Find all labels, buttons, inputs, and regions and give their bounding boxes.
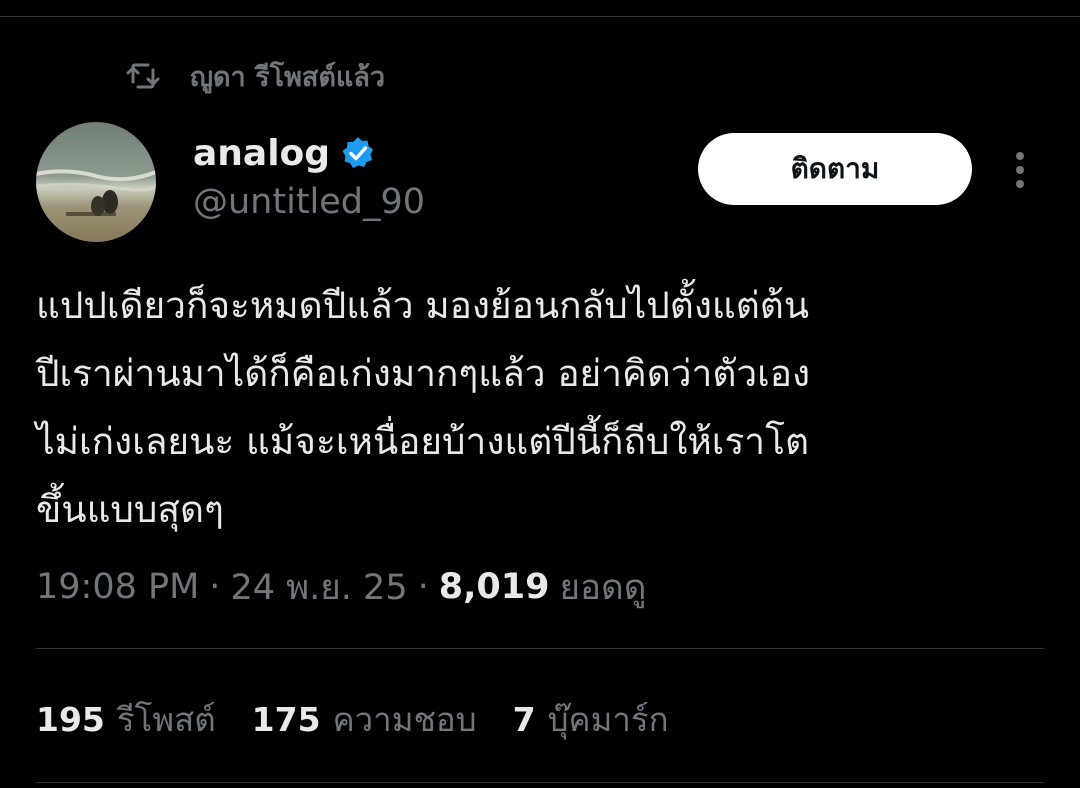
repost-label[interactable]: ญูดา รีโพสต์แล้ว xyxy=(190,55,385,98)
follow-button[interactable]: ติดตาม xyxy=(698,133,972,205)
author-handle[interactable]: @untitled_90 xyxy=(193,182,425,222)
repost-indicator[interactable]: ญูดา รีโพสต์แล้ว xyxy=(126,56,385,96)
views-label[interactable]: ยอดดู xyxy=(559,560,646,615)
stats-divider xyxy=(36,648,1044,649)
tweet-text: แปปเดียวก็จะหมดปีแล้ว มองย้อนกลับไปตั้งแ… xyxy=(36,284,811,531)
engagement-stats: 195 รีโพสต์ 175 ความชอบ 7 บุ๊คมาร์ก xyxy=(36,696,705,742)
avatar[interactable] xyxy=(36,122,156,242)
repost-icon xyxy=(126,63,160,89)
tweet-meta: 19:08 PM · 24 พ.ย. 25 · 8,019 ยอดดู xyxy=(36,562,646,612)
likes-count: 175 xyxy=(251,699,321,739)
display-name[interactable]: analog xyxy=(193,133,330,174)
top-divider xyxy=(0,16,1080,17)
views-count[interactable]: 8,019 xyxy=(439,567,550,607)
bottom-divider xyxy=(36,782,1044,783)
author-name-row[interactable]: analog xyxy=(193,130,376,176)
likes-stat[interactable]: 175 ความชอบ xyxy=(252,693,477,746)
meta-separator: · xyxy=(417,567,429,607)
tweet-time[interactable]: 19:08 PM xyxy=(36,567,199,607)
meta-separator: · xyxy=(209,567,221,607)
bookmarks-label: บุ๊คมาร์ก xyxy=(547,699,669,739)
likes-label: ความชอบ xyxy=(332,699,477,739)
tweet-date[interactable]: 24 พ.ย. 25 xyxy=(230,560,407,615)
verified-badge-icon xyxy=(342,137,374,168)
reposts-label: รีโพสต์ xyxy=(116,699,216,739)
reposts-count: 195 xyxy=(36,699,105,739)
more-vertical-icon[interactable] xyxy=(1006,150,1034,190)
reposts-stat[interactable]: 195 รีโพสต์ xyxy=(36,693,216,746)
avatar-photo xyxy=(36,122,156,242)
bookmarks-count: 7 xyxy=(512,699,536,739)
bookmarks-stat[interactable]: 7 บุ๊คมาร์ก xyxy=(513,693,669,746)
